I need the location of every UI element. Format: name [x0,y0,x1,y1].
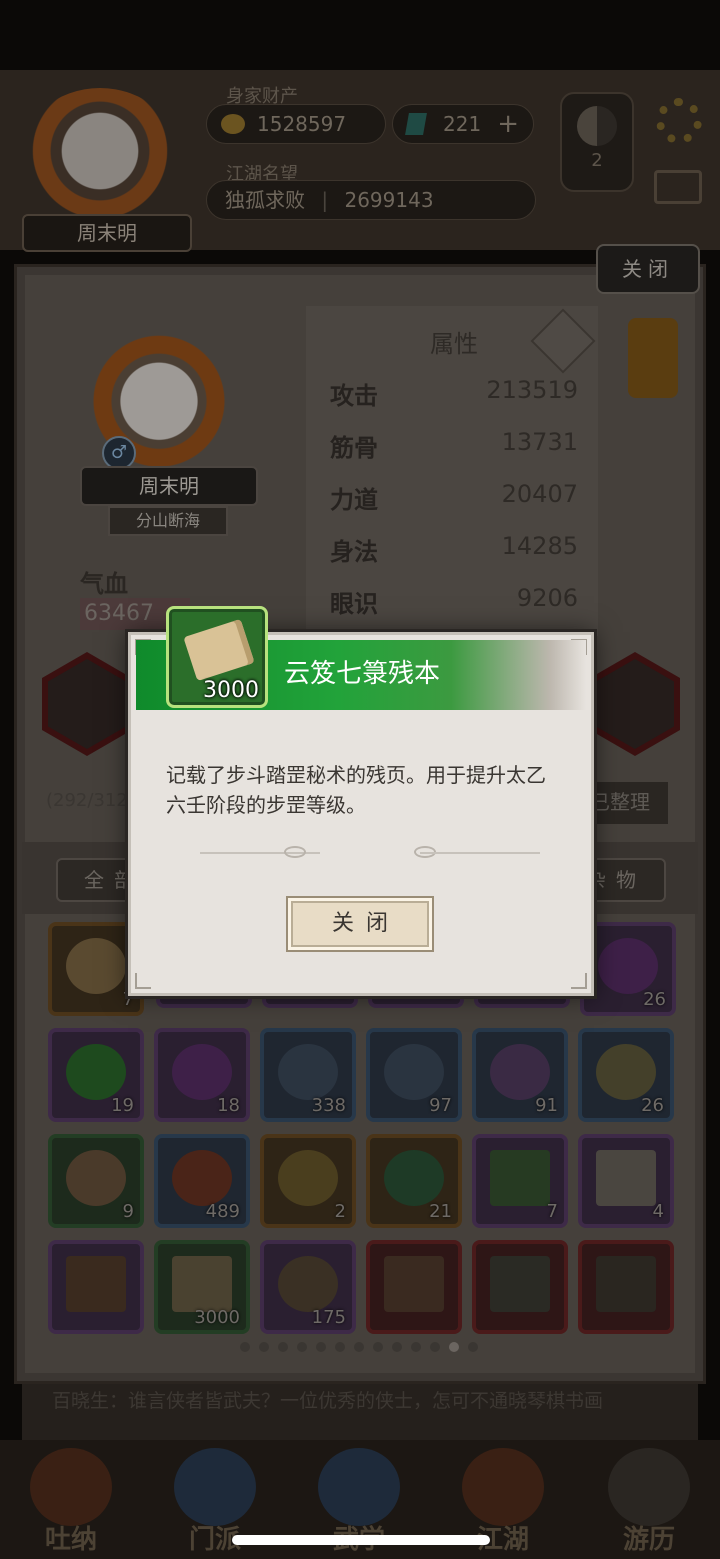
divider-line [420,852,540,854]
page-dot-active[interactable] [449,1342,459,1352]
attr-row-attack: 攻击 213519 [330,376,578,410]
inventory-slot[interactable]: 175 [260,1240,356,1334]
inventory-slot[interactable] [366,1240,462,1334]
inventory-slot[interactable] [472,1240,568,1334]
inventory-slot[interactable]: 19 [48,1028,144,1122]
crystal-ball-icon [384,1044,444,1100]
book-icon [318,1448,400,1526]
chest-icon [490,1150,550,1206]
inventory-slot[interactable] [48,1240,144,1334]
sort-button[interactable]: 已整理 [584,782,668,824]
manual-icon [596,1150,656,1206]
fame-counter: 独孤求败 | 2699143 [206,180,536,220]
male-gender-icon: ♂ [102,436,136,470]
hero-title: 分山断海 [108,506,228,536]
bag-capacity: (292/312 [46,790,128,811]
player-name: 周末明 [22,214,192,252]
attributes-title: 属性 [430,330,478,358]
sect-icon [174,1448,256,1526]
item-quantity: 3000 [203,678,259,703]
gourd-icon [30,1448,112,1526]
boots-icon [490,1256,550,1312]
attr-row-strength: 力道 20407 [330,480,578,514]
orb-icon [598,938,658,994]
player-avatar[interactable] [20,88,180,228]
nav-breathing[interactable]: 吐纳 [16,1448,126,1556]
beads-icon [490,1044,550,1100]
pet-icon [596,659,674,749]
gold-pearl-icon [278,1150,338,1206]
home-indicator[interactable] [232,1535,490,1545]
settings-gear-icon[interactable] [656,98,702,144]
page-dot[interactable] [430,1342,440,1352]
robe-icon [384,1256,444,1312]
inventory-slot[interactable]: 489 [154,1134,250,1228]
page-dot[interactable] [335,1342,345,1352]
item-name: 云笈七箓残本 [284,659,441,689]
inventory-slot[interactable]: 4 [578,1134,674,1228]
page-indicator [240,1342,490,1354]
inventory-slot[interactable]: 9 [48,1134,144,1228]
inventory-slot[interactable]: 2 [260,1134,356,1228]
item-description: 记载了步斗踏罡秘术的残页。用于提升太乙六壬阶段的步罡等级。 [166,763,546,817]
hero-portrait [74,334,244,474]
inventory-slot[interactable]: 97 [366,1028,462,1122]
page-dot[interactable] [392,1342,402,1352]
attr-row-agility: 身法 14285 [330,532,578,566]
inventory-slot[interactable]: 26 [578,1028,674,1122]
inventory-slot[interactable]: 21 [366,1134,462,1228]
page-dot[interactable] [316,1342,326,1352]
nav-travel[interactable]: 游历 [594,1448,704,1556]
inventory-slot[interactable]: 26 [580,922,676,1016]
jade-ball-icon [384,1150,444,1206]
yinyang-icon [577,106,617,146]
page-dot[interactable] [278,1342,288,1352]
page-dot[interactable] [240,1342,250,1352]
scroll-icon [172,1256,232,1312]
inventory-slot[interactable]: 18 [154,1028,250,1122]
hero-name: 周末明 [80,466,258,506]
hp-label: 气血 [80,570,128,598]
attr-row-constitution: 筋骨 13731 [330,428,578,462]
pills-icon [66,1150,126,1206]
inventory-slot[interactable]: 3000 [154,1240,250,1334]
page-dot[interactable] [259,1342,269,1352]
rank-badge-icon[interactable] [628,318,678,398]
inventory-slot[interactable]: 338 [260,1028,356,1122]
gem-counter: 221 + [392,104,534,144]
attr-row-insight: 眼识 9206 [330,584,578,618]
lore-ticker: 百晓生：谁言侠者皆武夫？一位优秀的侠士，怎可不通晓琴棋书画 [22,1384,698,1440]
page-dot[interactable] [297,1342,307,1352]
coin-counter: 1528597 [206,104,386,144]
item-icon-frame: 3000 [166,606,268,708]
coin-icon [221,114,245,134]
add-gems-button[interactable]: + [497,105,519,143]
gold-orb-icon [596,1044,656,1100]
scroll-icon [183,618,255,682]
inventory-slot[interactable]: 7 [472,1134,568,1228]
panel-close-button[interactable]: 关闭 [596,244,700,294]
inventory-slot[interactable] [578,1240,674,1334]
incense-icon [278,1256,338,1312]
orb-icon [172,1044,232,1100]
page-dot[interactable] [354,1342,364,1352]
popup-close-button[interactable]: 关闭 [286,896,434,952]
claw-icon [596,1256,656,1312]
page-dot[interactable] [468,1342,478,1352]
jade-orb-icon [66,1044,126,1100]
swirl-ornament-icon [284,846,306,858]
red-orb-icon [172,1150,232,1206]
page-dot[interactable] [373,1342,383,1352]
taiji-button[interactable]: 2 [560,92,634,192]
pearl-icon [66,938,126,994]
jianghu-icon [462,1448,544,1526]
inventory-slot[interactable]: 91 [472,1028,568,1122]
horse-icon [608,1448,690,1526]
vase-icon [278,1044,338,1100]
mail-icon[interactable] [654,170,702,204]
spear-icon [48,659,126,749]
treasure-chest-icon [66,1256,126,1312]
page-dot[interactable] [411,1342,421,1352]
gem-icon [405,113,427,135]
